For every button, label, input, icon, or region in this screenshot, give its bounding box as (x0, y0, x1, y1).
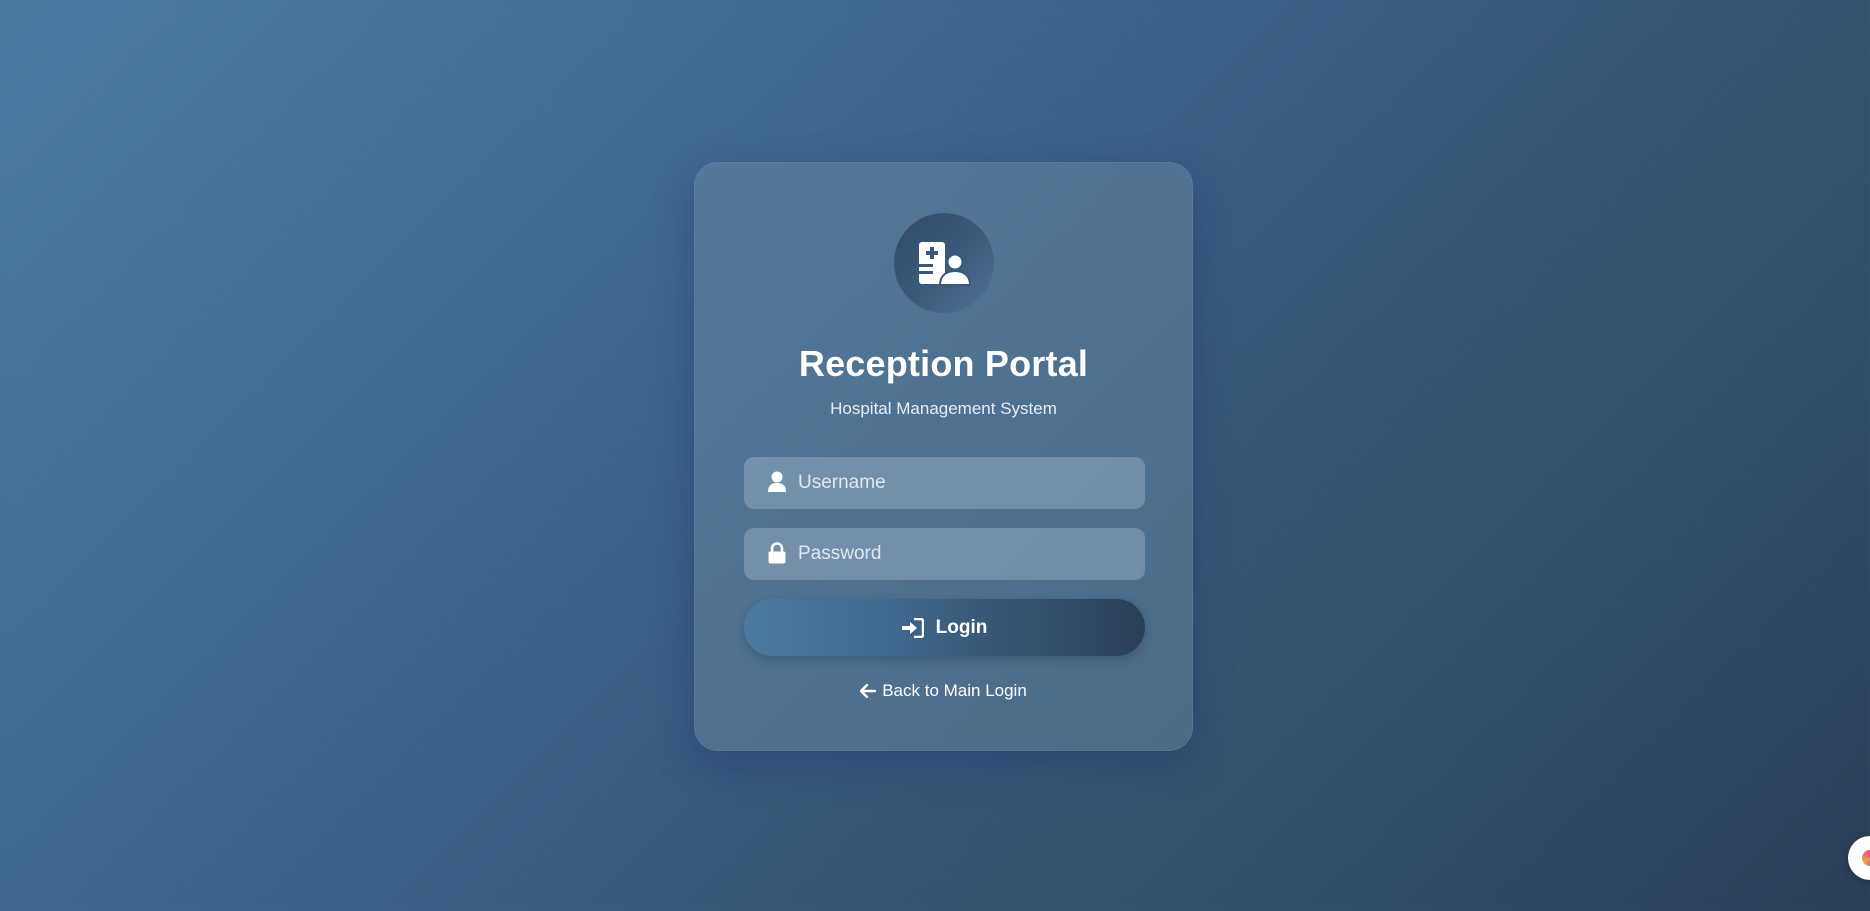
floating-assistant-button[interactable] (1848, 836, 1870, 880)
arrow-left-icon (860, 684, 877, 698)
lock-icon (766, 542, 788, 566)
page-subtitle: Hospital Management System (830, 399, 1057, 418)
username-field[interactable] (744, 457, 1145, 509)
sign-in-icon (901, 617, 924, 638)
page-title: Reception Portal (798, 343, 1089, 384)
assistant-icon (1862, 850, 1870, 866)
back-to-main-login-link[interactable]: Back to Main Login (695, 681, 1192, 701)
username-input[interactable] (798, 457, 1128, 509)
login-button-label: Login (935, 616, 988, 638)
password-field[interactable] (744, 528, 1145, 580)
password-input[interactable] (798, 528, 1128, 580)
logo-badge (894, 213, 994, 313)
login-button[interactable]: Login (744, 599, 1145, 656)
back-link-label: Back to Main Login (882, 681, 1027, 700)
user-icon (766, 471, 788, 495)
hospital-user-icon (919, 242, 971, 286)
login-card: Reception Portal Hospital Management Sys… (694, 162, 1193, 751)
